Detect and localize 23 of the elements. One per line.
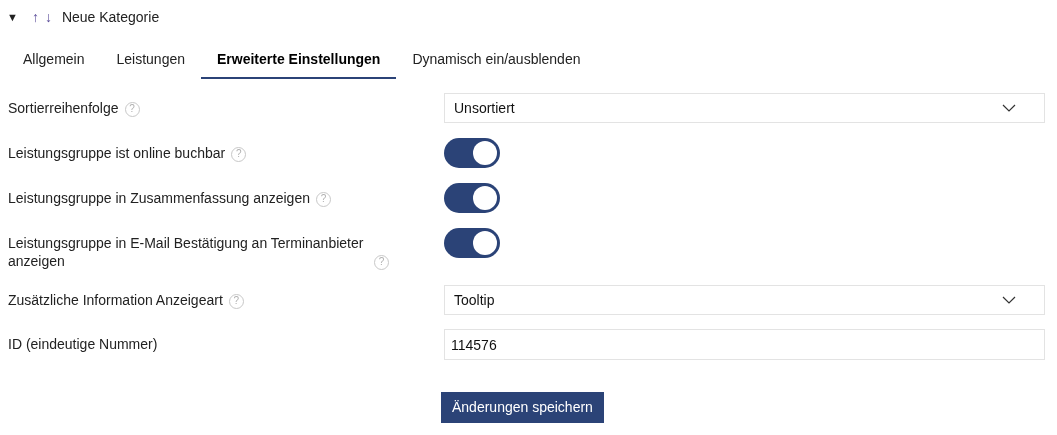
dropdown[interactable]: Tooltip	[444, 285, 1045, 315]
toggle-switch[interactable]	[444, 138, 500, 168]
input-field[interactable]: 114576	[444, 329, 1045, 360]
setting-label: Zusätzliche Information Anzeigeart	[8, 291, 223, 309]
expand-toggle[interactable]: ▼	[7, 8, 18, 26]
move-up-button[interactable]: ↑	[31, 6, 39, 28]
chevron-down-icon	[1002, 296, 1016, 304]
setting-label: Leistungsgruppe in E-Mail Bestätigung an Terminanbieter anzeigen	[8, 234, 365, 270]
setting-label: Sortierreihenfolge	[8, 99, 119, 117]
tab[interactable]: Dynamisch ein/ausblenden	[396, 41, 597, 79]
chevron-down-icon	[1002, 104, 1016, 112]
dropdown[interactable]: Unsortiert	[444, 93, 1045, 123]
setting-label: ID (eindeutige Nummer)	[8, 335, 158, 353]
tab[interactable]: Allgemein	[7, 41, 101, 79]
setting-label: Leistungsgruppe in Zusammenfassung anzeigen	[8, 189, 310, 207]
tab[interactable]: Leistungen	[100, 41, 201, 79]
save-button[interactable]: Änderungen speichern	[441, 392, 604, 423]
toggle-switch[interactable]	[444, 183, 500, 213]
setting-label: Leistungsgruppe ist online buchbar	[8, 144, 226, 162]
move-down-button[interactable]: ↓	[44, 6, 52, 28]
category-title: Neue Kategorie	[61, 7, 160, 27]
tab[interactable]: Erweiterte Einstellungen	[201, 41, 397, 79]
toggle-switch[interactable]	[444, 228, 500, 258]
